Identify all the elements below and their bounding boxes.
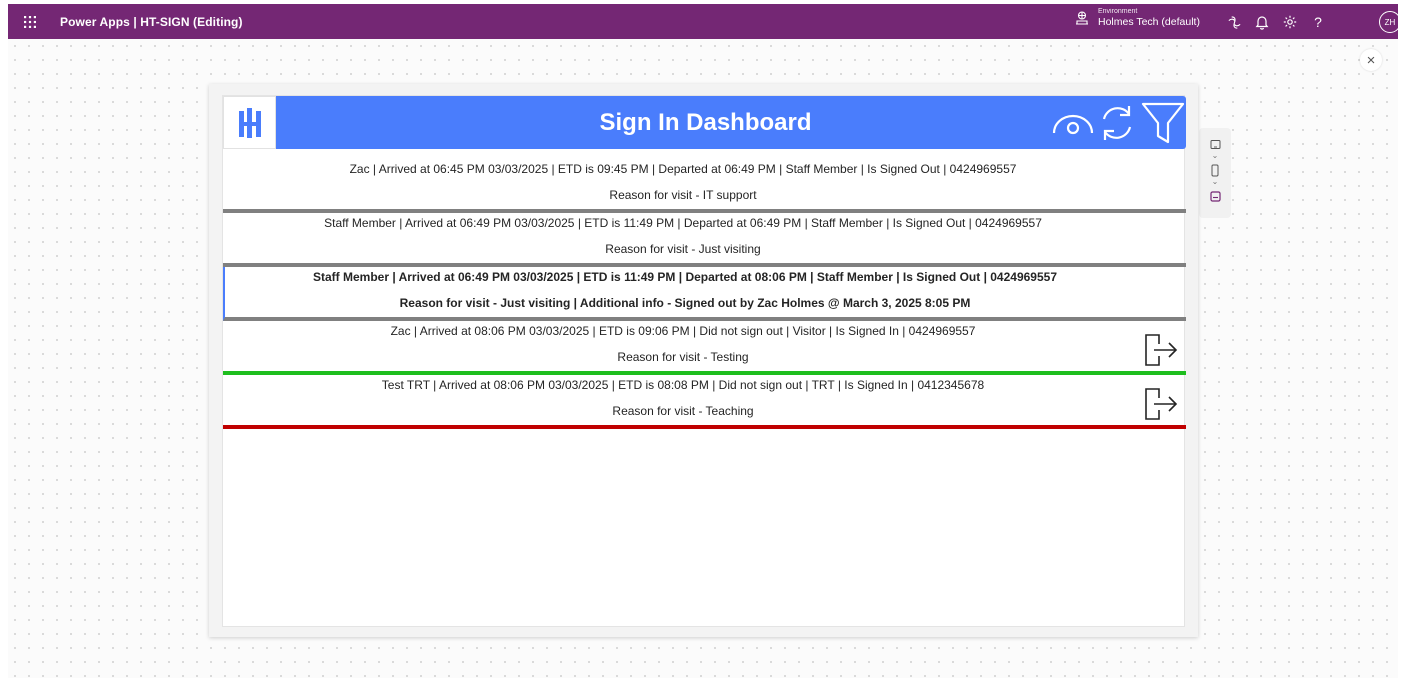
gallery-row[interactable]: Test TRT | Arrived at 08:06 PM 03/03/202… — [223, 375, 1186, 429]
help-icon[interactable]: ? — [1309, 13, 1327, 31]
bell-icon[interactable] — [1253, 13, 1271, 31]
avatar[interactable]: ZH — [1379, 11, 1401, 33]
visit-summary: Zac | Arrived at 08:06 PM 03/03/2025 | E… — [390, 324, 976, 338]
top-bar: Power Apps | HT-SIGN (Editing) Environme… — [8, 4, 1401, 39]
sign-out-icon[interactable] — [1143, 332, 1179, 368]
tablet-preview-icon[interactable] — [1207, 136, 1223, 152]
refresh-icon[interactable] — [1095, 101, 1139, 150]
phone-preview-icon[interactable] — [1207, 162, 1223, 178]
visit-reason: Reason for visit - Teaching — [612, 404, 754, 418]
sign-out-icon[interactable] — [1143, 386, 1179, 422]
chevron-down-icon[interactable]: ⌄ — [1212, 178, 1219, 188]
dashboard-header: Sign In Dashboard — [223, 96, 1186, 149]
view-icon[interactable] — [1051, 108, 1095, 143]
app-preview-icon[interactable] — [1207, 188, 1223, 204]
visit-summary: Test TRT | Arrived at 08:06 PM 03/03/202… — [381, 378, 985, 392]
canvas-side-toolbar: ⌄ ⌄ — [1199, 128, 1231, 218]
visit-reason: Reason for visit - IT support — [609, 188, 757, 202]
close-icon[interactable]: × — [1360, 49, 1382, 71]
gallery-row[interactable]: Staff Member | Arrived at 06:49 PM 03/03… — [223, 213, 1186, 267]
copilot-icon[interactable] — [1225, 13, 1243, 31]
visit-summary: Staff Member | Arrived at 06:49 PM 03/03… — [324, 216, 1042, 230]
visit-reason: Reason for visit - Just visiting — [605, 242, 761, 256]
settings-icon[interactable] — [1281, 13, 1299, 31]
chevron-down-icon[interactable]: ⌄ — [1212, 152, 1219, 162]
visit-summary: Zac | Arrived at 06:45 PM 03/03/2025 | E… — [349, 162, 1017, 176]
gallery-row[interactable]: Zac | Arrived at 08:06 PM 03/03/2025 | E… — [223, 321, 1186, 375]
environment-caption: Environment — [1098, 8, 1138, 15]
visit-reason: Reason for visit - Testing — [617, 350, 749, 364]
app-preview-frame: Sign In Dashboard Zac | Arrived at 06:45… — [209, 84, 1198, 637]
app-screen: Sign In Dashboard Zac | Arrived at 06:45… — [222, 95, 1186, 627]
gallery-row-selected[interactable]: Staff Member | Arrived at 06:49 PM 03/03… — [223, 267, 1186, 321]
app-title: Power Apps | HT-SIGN (Editing) — [60, 14, 243, 29]
visit-summary: Staff Member | Arrived at 06:49 PM 03/03… — [313, 270, 1057, 284]
environment-name: Holmes Tech (default) — [1098, 16, 1200, 28]
gallery-row[interactable]: Zac | Arrived at 06:45 PM 03/03/2025 | E… — [223, 159, 1186, 213]
environment-picker[interactable]: Environment Holmes Tech (default) — [1074, 8, 1200, 28]
environment-icon — [1076, 11, 1088, 25]
waffle-icon[interactable] — [20, 15, 40, 28]
page-title: Sign In Dashboard — [599, 108, 812, 136]
visit-reason: Reason for visit - Just visiting | Addit… — [399, 296, 971, 310]
sign-in-gallery: Zac | Arrived at 06:45 PM 03/03/2025 | E… — [223, 159, 1186, 429]
filter-icon[interactable] — [1140, 101, 1186, 150]
